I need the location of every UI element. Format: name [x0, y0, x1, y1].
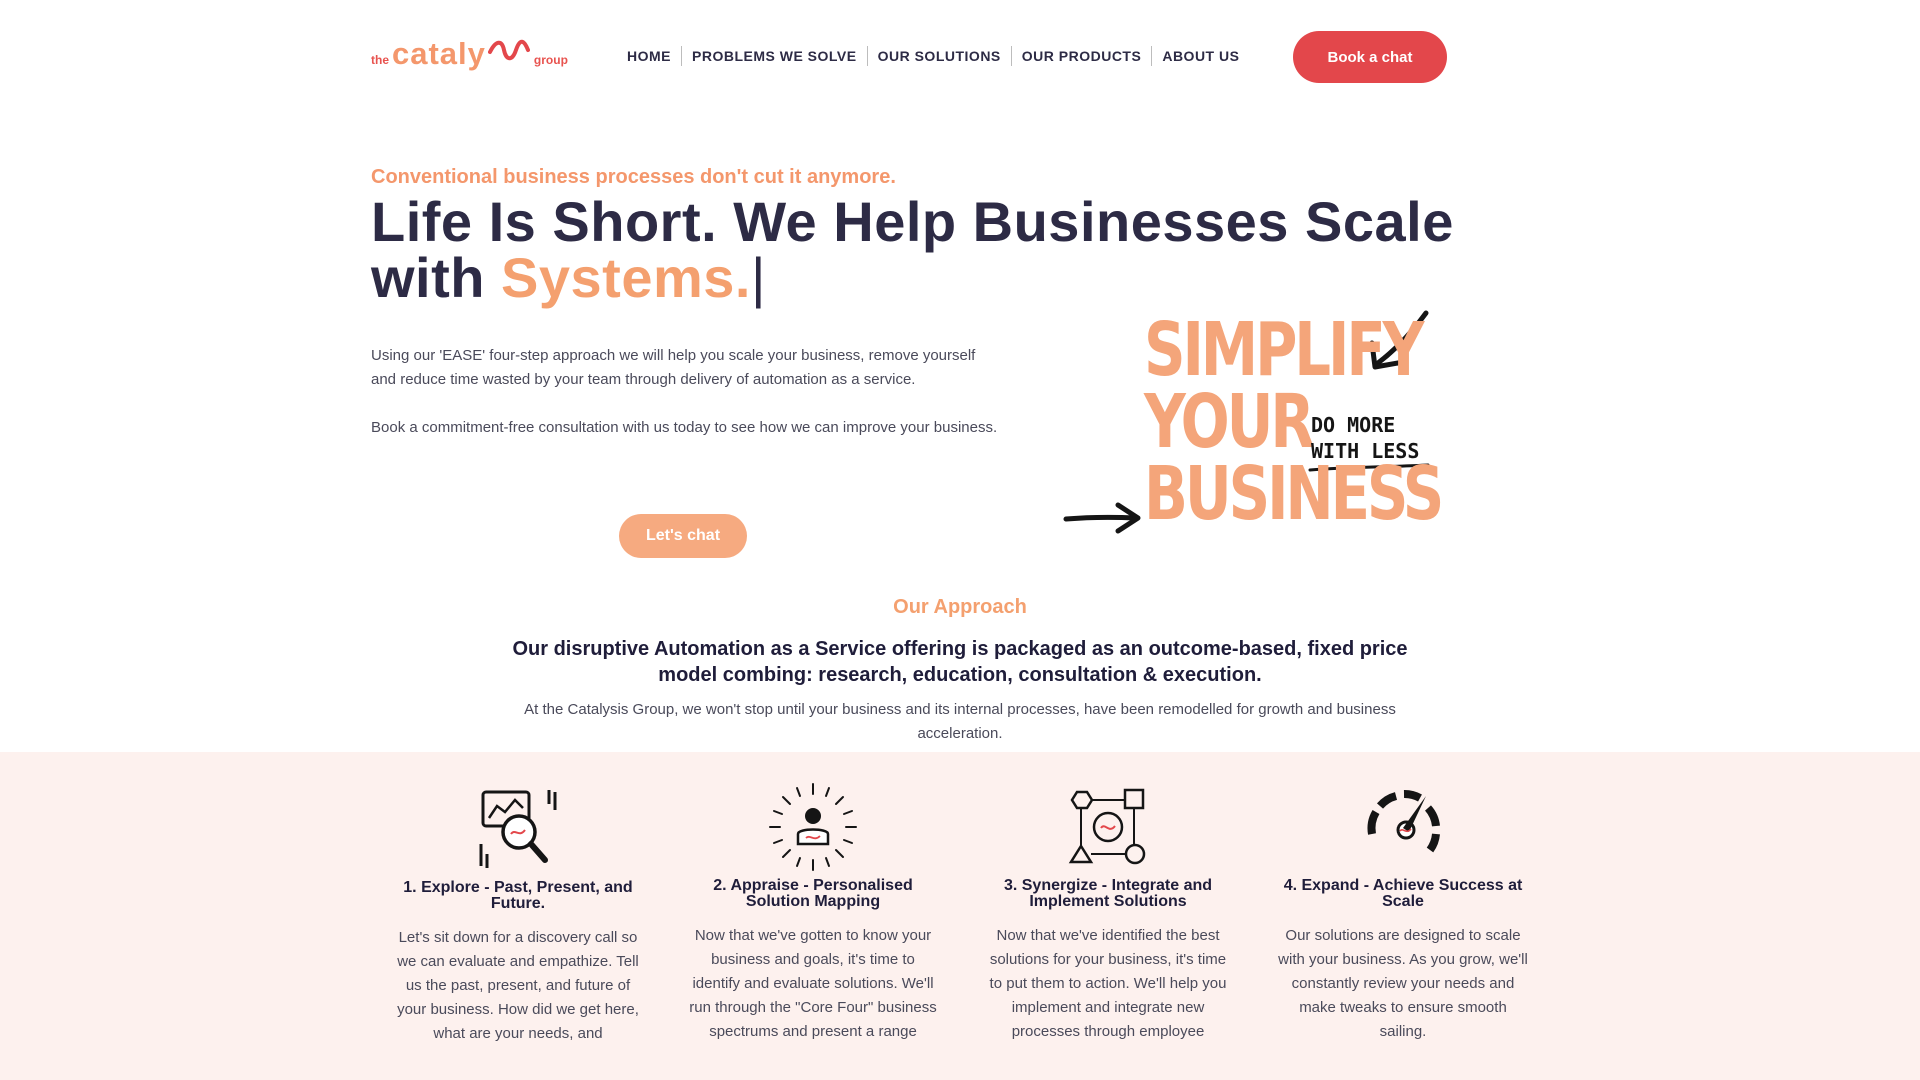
step-1-text: Let's sit down for a discovery call so w…	[397, 929, 639, 1042]
hero-intro: Using our 'EASE' four-step approach we w…	[371, 344, 1001, 440]
site-header: the cataly group HOME PROBLEMS WE SOLVE …	[0, 0, 1920, 112]
approach-kicker: Our Approach	[893, 596, 1027, 618]
step-3-title: 3. Synergize - Integrate and Implement S…	[1003, 877, 1213, 910]
step-2-text: Now that we've gotten to know your busin…	[689, 927, 937, 1040]
step-1-title: 1. Explore - Past, Present, and Future.	[403, 879, 633, 912]
hero-paragraph-2: Book a commitment-free consultation with…	[371, 419, 998, 436]
logo-wave-icon	[487, 39, 530, 61]
magnifier-chart-icon	[479, 790, 557, 868]
headline-accent: Systems.	[501, 246, 751, 309]
headline-with: with	[371, 246, 502, 309]
nav-our-products[interactable]: OUR PRODUCTS	[1010, 46, 1152, 66]
lets-chat-button[interactable]: Let's chat	[619, 514, 747, 558]
graphic-your: YOUR	[1144, 379, 1315, 465]
step-expand: 4. Expand - Achieve Success at Scale Our…	[1278, 782, 1528, 1044]
logo-the: the	[371, 53, 389, 67]
logo-group: group	[533, 53, 568, 67]
logo-name: cataly	[392, 36, 486, 71]
steps-band	[0, 752, 1920, 1080]
step-3-text: Now that we've identified the best solut…	[989, 927, 1227, 1040]
person-burst-icon	[769, 783, 857, 871]
headline-line1: Life Is Short. We Help Businesses Scale	[371, 190, 1454, 253]
graphic-do-more: DO MORE	[1311, 413, 1396, 437]
step-synergize: 3. Synergize - Integrate and Implement S…	[983, 782, 1233, 1044]
graphic-simplify: SIMPLIFY	[1144, 307, 1424, 393]
step-4-title: 4. Expand - Achieve Success at Scale	[1283, 877, 1523, 910]
hero-headline: Life Is Short. We Help Businesses Scale …	[371, 194, 1521, 306]
nav-home[interactable]: HOME	[617, 46, 681, 66]
hero-eyebrow: Conventional business processes don't cu…	[371, 166, 896, 188]
approach-text: At the Catalysis Group, we won't stop un…	[524, 701, 1396, 742]
nav-problems-we-solve[interactable]: PROBLEMS WE SOLVE	[681, 46, 867, 66]
hero-paragraph-1: Using our 'EASE' four-step approach we w…	[371, 347, 976, 388]
nav-about-us[interactable]: ABOUT US	[1151, 46, 1249, 66]
speedometer-icon	[1367, 790, 1440, 853]
step-4-text: Our solutions are designed to scale with…	[1278, 927, 1528, 1040]
graphic-business: BUSINESS	[1144, 451, 1444, 537]
simplify-graphic: SIMPLIFY YOUR BUSINESS DO MORE WITH LESS	[1060, 305, 1444, 545]
main-nav: HOME PROBLEMS WE SOLVE OUR SOLUTIONS OUR…	[617, 46, 1249, 66]
approach-title: Our disruptive Automation as a Service o…	[512, 638, 1408, 686]
nav-our-solutions[interactable]: OUR SOLUTIONS	[866, 46, 1011, 66]
step-appraise: 2. Appraise - Personalised Solution Mapp…	[688, 782, 938, 1044]
book-a-chat-button[interactable]: Book a chat	[1293, 31, 1447, 83]
typing-cursor: |	[750, 246, 767, 309]
step-2-title: 2. Appraise - Personalised Solution Mapp…	[713, 877, 913, 910]
logo[interactable]: the cataly group	[371, 36, 568, 76]
process-flow-icon	[1068, 788, 1146, 865]
graphic-with-less: WITH LESS	[1311, 439, 1420, 463]
step-explore: 1. Explore - Past, Present, and Future. …	[393, 782, 643, 1046]
